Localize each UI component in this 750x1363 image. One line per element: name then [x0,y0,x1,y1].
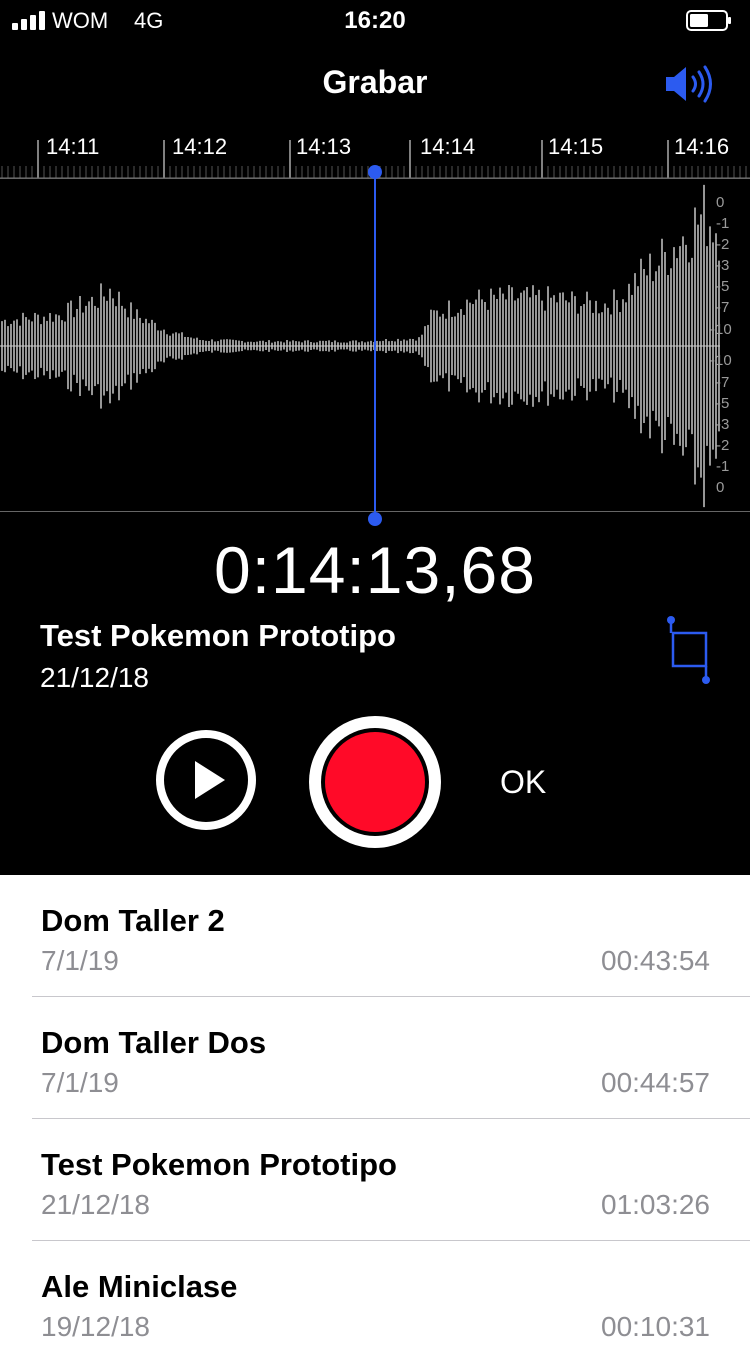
recording-duration: 00:43:54 [601,945,710,976]
recording-title[interactable]: Test Pokemon Prototipo [40,618,396,654]
recording-name: Dom Taller Dos [41,1025,267,1060]
recording-date: 7/1/19 [41,1067,119,1098]
recorder-panel: WOM 4G 16:20 Grabar 14:11 14:12 14:13 14… [0,0,750,875]
record-button[interactable] [309,716,441,848]
recording-date: 21/12/18 [41,1189,150,1220]
recording-name: Test Pokemon Prototipo [41,1147,397,1182]
trim-icon[interactable] [664,614,714,686]
status-bar: WOM 4G 16:20 [0,0,750,42]
speaker-volume-icon[interactable] [662,62,718,106]
recording-date: 21/12/18 [40,662,149,693]
done-button[interactable]: OK [500,764,546,801]
list-item[interactable]: Test Pokemon Prototipo 21/12/18 01:03:26 [0,1119,750,1241]
playhead[interactable] [0,160,750,530]
record-icon [325,732,425,832]
play-button[interactable] [156,730,256,830]
battery-icon [686,10,731,31]
recordings-list: Dom Taller 2 7/1/19 00:43:54 Dom Taller … [0,875,750,1363]
timeline-tick: 14:13 [296,134,352,159]
timeline-tick: 14:11 [46,134,100,159]
list-item[interactable]: Dom Taller 2 7/1/19 00:43:54 [0,875,750,997]
page-title: Grabar [322,64,428,100]
timeline-tick: 14:15 [548,134,604,159]
recording-date: 19/12/18 [41,1311,150,1342]
elapsed-time: 0:14:13,68 [214,533,536,607]
timeline-tick: 14:14 [420,134,476,159]
recording-duration: 00:44:57 [601,1067,710,1098]
recording-date: 7/1/19 [41,945,119,976]
recording-name: Ale Miniclase [41,1269,238,1304]
status-time: 16:20 [344,7,406,34]
recording-duration: 01:03:26 [601,1189,710,1220]
timeline-tick: 14:12 [172,134,228,159]
list-item[interactable]: Ale Miniclase 19/12/18 00:10:31 [0,1241,750,1363]
timeline-tick: 14:16 [674,134,730,159]
play-icon [195,761,225,799]
recording-duration: 00:10:31 [601,1311,710,1342]
list-item[interactable]: Dom Taller Dos 7/1/19 00:44:57 [0,997,750,1119]
recording-name: Dom Taller 2 [41,903,225,938]
